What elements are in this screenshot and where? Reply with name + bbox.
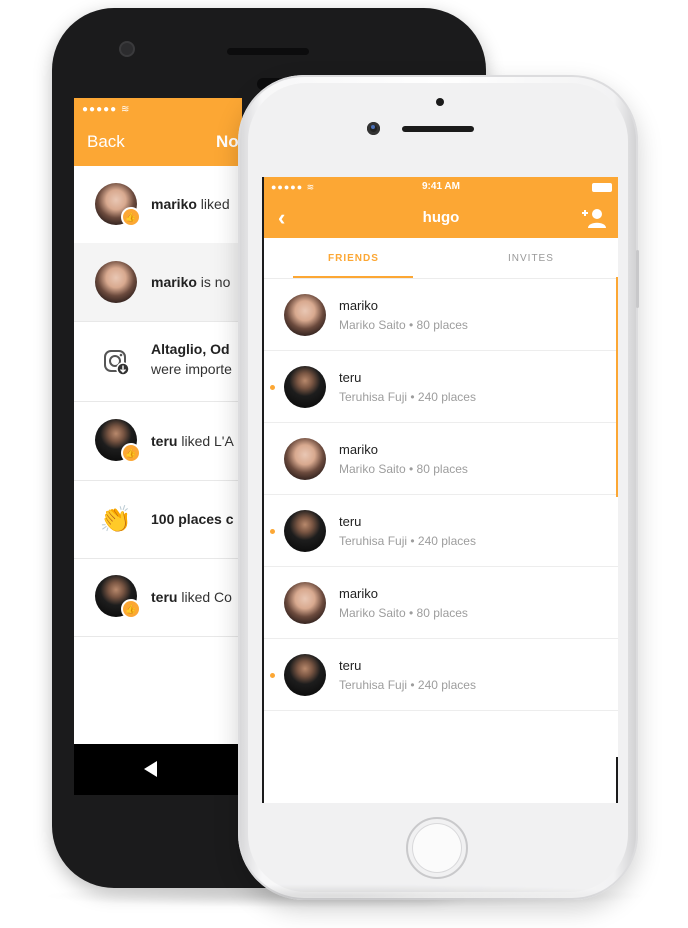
avatar xyxy=(284,582,326,624)
notification-row[interactable]: Altaglio, Od were importe xyxy=(74,321,242,402)
avatar: 👍 xyxy=(95,575,141,619)
front-camera xyxy=(119,41,135,57)
list-item[interactable]: mariko Mariko Saito • 80 places xyxy=(264,279,618,351)
notification-text: teru liked Co xyxy=(151,589,232,605)
avatar xyxy=(284,438,326,480)
scroll-edge xyxy=(616,757,618,803)
friend-name: mariko xyxy=(339,442,379,457)
list-item[interactable]: teru Teruhisa Fuji • 240 places xyxy=(264,495,618,567)
thumbs-up-icon: 👍 xyxy=(121,207,141,227)
add-friend-icon[interactable] xyxy=(578,207,606,234)
floor-shadow xyxy=(40,884,650,908)
notification-text: mariko is no xyxy=(151,274,231,290)
friend-name: teru xyxy=(339,658,362,673)
friend-name: mariko xyxy=(339,586,379,601)
friends-list: mariko Mariko Saito • 80 places teru Ter… xyxy=(264,279,618,711)
thumbs-up-icon: 👍 xyxy=(121,443,141,463)
battery-icon xyxy=(592,183,612,192)
avatar: 👍 xyxy=(95,419,141,463)
status-bar: ●●●●● ≋ xyxy=(82,104,131,115)
tab-bar: FRIENDS INVITES xyxy=(264,238,618,279)
avatar xyxy=(95,261,137,303)
clap-icon: 👏 xyxy=(99,504,133,534)
friend-name: mariko xyxy=(339,298,379,313)
notification-row[interactable]: mariko is no xyxy=(74,243,242,322)
list-item[interactable]: mariko Mariko Saito • 80 places xyxy=(264,567,618,639)
back-button[interactable]: Back xyxy=(87,132,125,152)
friend-subtitle: Teruhisa Fuji • 240 places xyxy=(339,390,476,404)
earpiece-speaker xyxy=(402,126,474,132)
notifications-screen: ●●●●● ≋ Back No 👍 mariko liked mariko is… xyxy=(74,98,242,795)
friends-screen: ●●●●● ≋ 9:41 AM ‹ hugo FRIENDS INVITES m… xyxy=(262,177,618,803)
instagram-icon xyxy=(95,341,137,383)
side-button xyxy=(636,250,639,308)
page-title: hugo xyxy=(422,209,460,226)
notification-row[interactable]: 👍 teru liked Co xyxy=(74,558,242,637)
notification-text: 100 places c xyxy=(151,511,234,527)
friend-subtitle: Mariko Saito • 80 places xyxy=(339,462,468,476)
notification-subtext: were importe xyxy=(151,361,232,377)
unread-dot xyxy=(270,385,275,390)
status-time: 9:41 AM xyxy=(422,181,460,192)
unread-dot xyxy=(270,529,275,534)
scroll-indicator[interactable] xyxy=(616,277,618,497)
list-item[interactable]: teru Teruhisa Fuji • 240 places xyxy=(264,639,618,711)
home-button[interactable] xyxy=(406,817,468,879)
proximity-sensor xyxy=(436,98,444,106)
notification-text: Altaglio, Od xyxy=(151,341,230,357)
avatar xyxy=(284,294,326,336)
friend-name: teru xyxy=(339,370,362,385)
thumbs-up-icon: 👍 xyxy=(121,599,141,619)
earpiece-speaker xyxy=(227,48,309,55)
notifications-header: ●●●●● ≋ Back No xyxy=(74,98,242,166)
notification-row[interactable]: 👍 teru liked L'A xyxy=(74,401,242,481)
notification-text: mariko liked xyxy=(151,196,230,212)
back-triangle-icon[interactable] xyxy=(144,761,157,777)
notification-row[interactable]: 👏 100 places c xyxy=(74,480,242,559)
friend-subtitle: Teruhisa Fuji • 240 places xyxy=(339,534,476,548)
friend-subtitle: Mariko Saito • 80 places xyxy=(339,606,468,620)
notification-text: teru liked L'A xyxy=(151,433,234,449)
tab-invites[interactable]: INVITES xyxy=(508,253,554,264)
front-camera xyxy=(367,122,380,135)
unread-dot xyxy=(270,673,275,678)
avatar xyxy=(284,366,326,408)
friend-subtitle: Mariko Saito • 80 places xyxy=(339,318,468,332)
tab-friends[interactable]: FRIENDS xyxy=(328,253,379,264)
avatar: 👍 xyxy=(95,183,141,227)
notification-row[interactable]: 👍 mariko liked xyxy=(74,166,242,244)
android-nav-bar xyxy=(74,744,242,795)
avatar xyxy=(284,510,326,552)
active-tab-indicator xyxy=(293,276,413,278)
avatar xyxy=(284,654,326,696)
friend-subtitle: Teruhisa Fuji • 240 places xyxy=(339,678,476,692)
list-item[interactable]: mariko Mariko Saito • 80 places xyxy=(264,423,618,495)
friend-name: teru xyxy=(339,514,362,529)
friends-header: ●●●●● ≋ 9:41 AM ‹ hugo xyxy=(264,177,618,238)
list-item[interactable]: teru Teruhisa Fuji • 240 places xyxy=(264,351,618,423)
page-title: No xyxy=(216,132,239,151)
